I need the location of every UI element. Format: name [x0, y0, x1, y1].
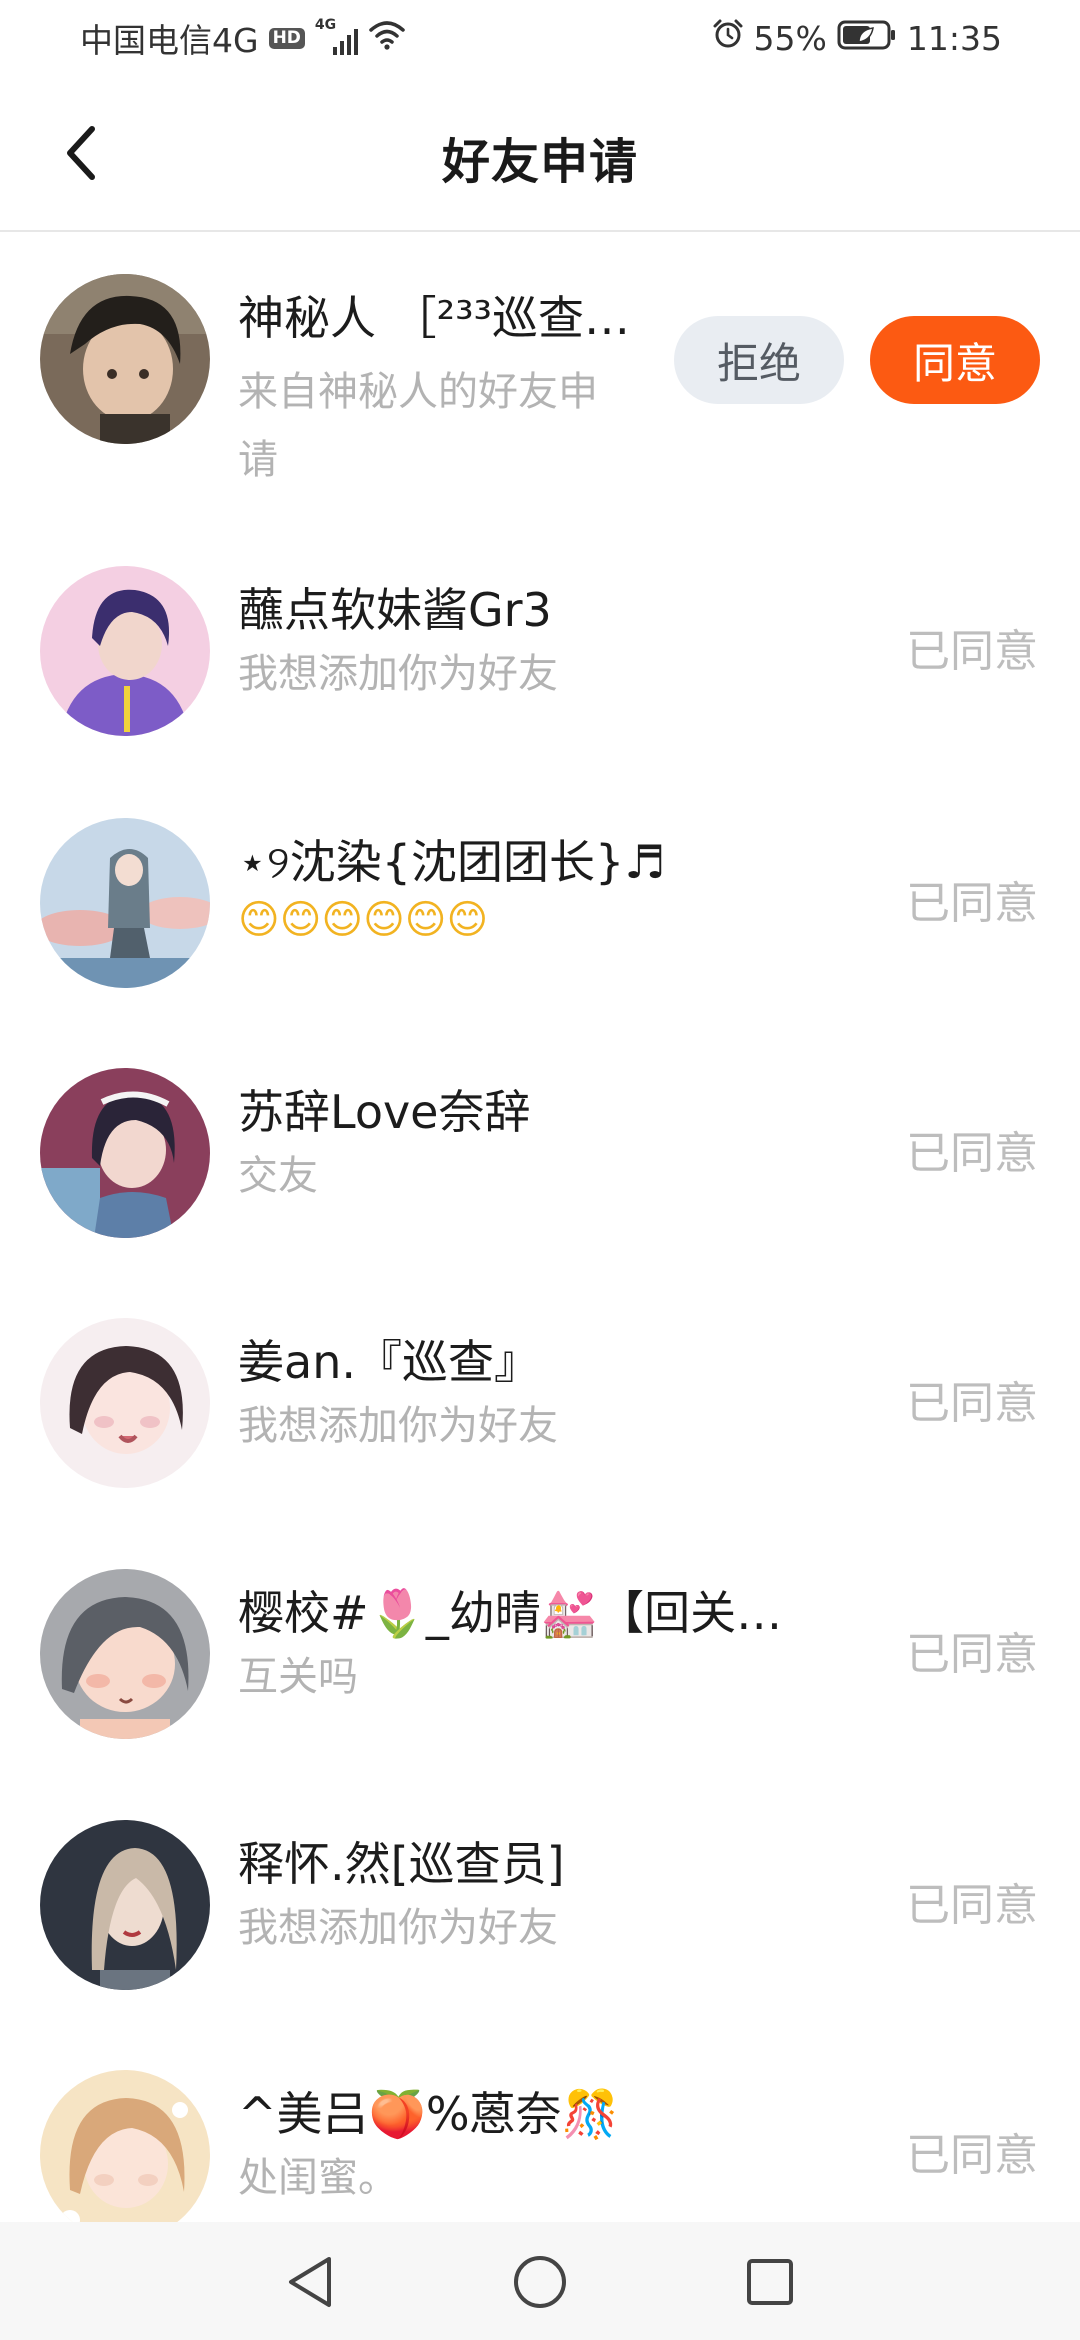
- request-status: 已同意: [906, 878, 1038, 929]
- request-name: 樱校#🌷_幼晴💒【回关…: [238, 1586, 783, 1640]
- request-name: ⋆୨沈染{沈团团长}♬: [238, 835, 666, 889]
- home-circle-icon: [514, 2256, 566, 2308]
- avatar[interactable]: [40, 274, 210, 444]
- back-triangle-icon: [289, 2257, 331, 2307]
- friend-request-item[interactable]: 释怀.然[巡查员] 我想添加你为好友 已同意: [0, 1778, 1080, 2028]
- request-name: ^美吕🍑%蒽奈🎊: [238, 2087, 619, 2141]
- request-name: 神秘人 ［²³³巡查…: [238, 291, 630, 345]
- battery-percent: 55%: [753, 18, 827, 58]
- avatar[interactable]: [40, 1569, 210, 1739]
- status-bar-left: 中国电信4G HD 4G: [80, 14, 405, 62]
- request-status: 已同意: [906, 1880, 1038, 1931]
- status-bar-right: 55% 11:35: [712, 18, 1002, 58]
- request-message: 互关吗: [238, 1654, 358, 1700]
- request-status: 已同意: [906, 1128, 1038, 1179]
- request-message: 处闺蜜。: [238, 2155, 398, 2201]
- nav-recents-button[interactable]: [740, 2252, 800, 2312]
- wifi-icon: [369, 19, 405, 58]
- avatar[interactable]: [40, 2070, 210, 2222]
- request-message: 我想添加你为好友: [238, 1403, 558, 1449]
- request-message: 交友: [238, 1153, 318, 1199]
- signal-icon: 4G: [315, 17, 359, 55]
- avatar[interactable]: [40, 1820, 210, 1990]
- friend-request-item[interactable]: 樱校#🌷_幼晴💒【回关… 互关吗 已同意: [0, 1527, 1080, 1777]
- reject-button[interactable]: 拒绝: [674, 316, 844, 404]
- system-nav-bar: [0, 2222, 1080, 2340]
- recents-square-icon: [747, 2259, 793, 2305]
- friend-request-item[interactable]: 神秘人 ［²³³巡查… 来自神秘人的好友申 请 拒绝 同意: [0, 232, 1080, 483]
- friend-request-item[interactable]: 苏辞Love奈辞 交友 已同意: [0, 1026, 1080, 1276]
- friend-request-list[interactable]: 神秘人 ［²³³巡查… 来自神秘人的好友申 请 拒绝 同意 蘸点软妹酱Gr3 我…: [0, 232, 1080, 2222]
- carrier-label: 中国电信4G: [80, 21, 259, 60]
- friend-request-item[interactable]: 姜an.『巡查』 我想添加你为好友 已同意: [0, 1276, 1080, 1526]
- request-message: 我想添加你为好友: [238, 1905, 558, 1951]
- status-bar: 中国电信4G HD 4G 55% 11:35: [0, 0, 1080, 76]
- request-status: 已同意: [906, 2130, 1038, 2181]
- request-name: 苏辞Love奈辞: [238, 1085, 531, 1139]
- friend-request-item[interactable]: ⋆୨沈染{沈团团长}♬ 😊😊😊😊😊😊 已同意: [0, 776, 1080, 1026]
- nav-back-button[interactable]: [280, 2252, 340, 2312]
- request-message: 😊😊😊😊😊😊: [238, 897, 489, 943]
- request-status: 已同意: [906, 626, 1038, 677]
- avatar[interactable]: [40, 1318, 210, 1488]
- alarm-icon: [712, 18, 744, 58]
- request-status: 已同意: [906, 1378, 1038, 1429]
- battery-icon: [837, 19, 897, 58]
- friend-request-item[interactable]: 蘸点软妹酱Gr3 我想添加你为好友 已同意: [0, 524, 1080, 774]
- request-message: 我想添加你为好友: [238, 651, 558, 697]
- friend-request-item[interactable]: ^美吕🍑%蒽奈🎊 处闺蜜。 已同意: [0, 2028, 1080, 2222]
- request-name: 释怀.然[巡查员]: [238, 1837, 565, 1891]
- request-message-line1: 来自神秘人的好友申: [238, 369, 598, 415]
- accept-button[interactable]: 同意: [870, 316, 1040, 404]
- avatar[interactable]: [40, 818, 210, 988]
- page-title: 好友申请: [441, 134, 638, 190]
- avatar[interactable]: [40, 1068, 210, 1238]
- hd-badge: HD: [268, 27, 305, 49]
- request-name: 姜an.『巡查』: [238, 1335, 540, 1389]
- avatar[interactable]: [40, 566, 210, 736]
- request-status: 已同意: [906, 1629, 1038, 1680]
- request-message-line2: 请: [238, 437, 278, 483]
- clock-time: 11:35: [906, 18, 1002, 58]
- nav-home-button[interactable]: [510, 2252, 570, 2312]
- request-name: 蘸点软妹酱Gr3: [238, 583, 552, 637]
- page-header: 好友申请: [0, 76, 1080, 232]
